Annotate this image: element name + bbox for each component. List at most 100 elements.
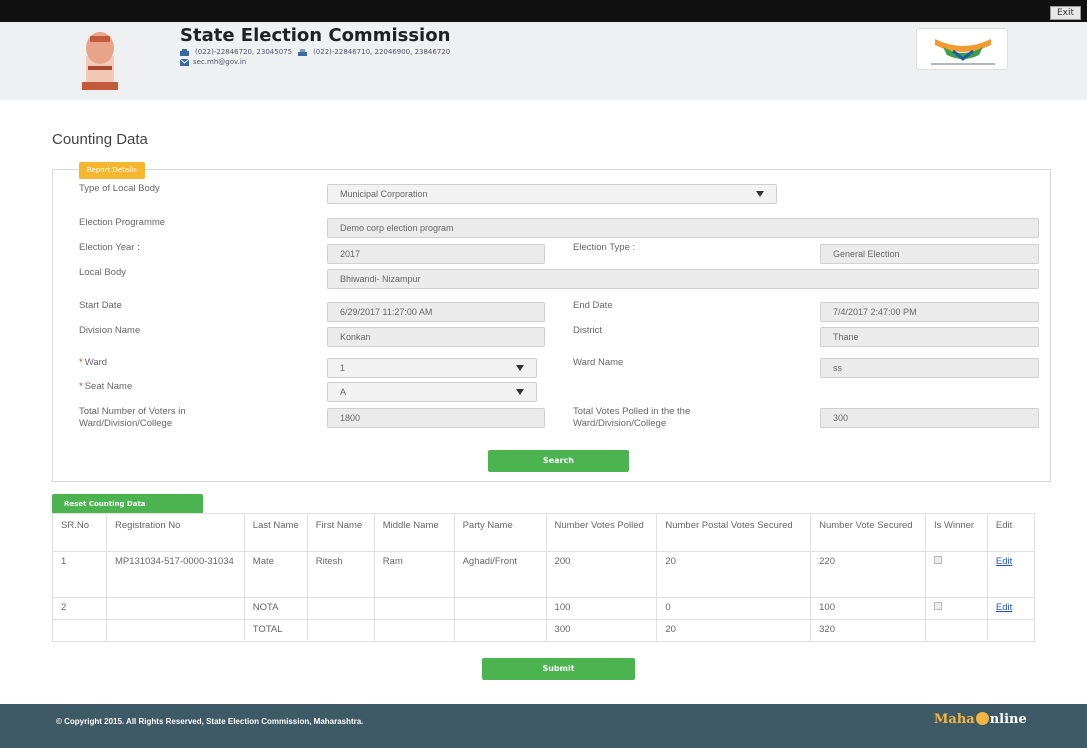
total-polled-field: 300: [820, 408, 1039, 428]
column-header: Registration No: [105, 513, 245, 552]
election-year-field: 2017: [327, 244, 545, 264]
mahaonline-logo: Maha nline: [934, 712, 1027, 727]
election-programme-label: Election Programme: [79, 217, 166, 228]
election-programme-field: Demo corp election program: [327, 218, 1039, 238]
page-title: Counting Data: [52, 131, 148, 148]
table-cell: Mate: [243, 551, 308, 598]
table-cell: TOTAL: [243, 619, 308, 642]
election-type-label: Election Type :: [573, 242, 636, 253]
table-cell: 320: [810, 619, 926, 642]
chevron-down-icon: [756, 191, 764, 197]
seat-name-value: A: [340, 387, 347, 397]
district-label: District: [573, 325, 603, 336]
table-cell: 1: [52, 551, 107, 598]
table-cell: 2: [52, 597, 107, 620]
total-polled-label: Total Votes Polled in the the Ward/Divis…: [573, 406, 691, 429]
table-cell: [373, 619, 455, 642]
table-cell: 100: [545, 597, 658, 620]
table-cell: [306, 597, 375, 620]
table-cell: [453, 619, 547, 642]
table-cell: Ram: [373, 551, 455, 598]
district-field: Thane: [820, 327, 1039, 347]
election-type-field: General Election: [820, 244, 1039, 264]
winner-checkbox[interactable]: [933, 602, 942, 610]
table-cell: Edit: [986, 597, 1036, 620]
seat-name-select[interactable]: A: [327, 382, 537, 402]
table-cell: [986, 619, 1036, 642]
copyright-text: © Copyright 2015. All Rights Reserved, S…: [56, 717, 364, 726]
local-body-field: Bhiwandi- Nizampur: [327, 269, 1039, 289]
column-header: Middle Name: [373, 513, 455, 552]
sun-icon: [975, 712, 989, 725]
ward-name-field: ss: [820, 358, 1039, 378]
email-line: sec.mh@gov.in: [179, 58, 246, 66]
table-cell: Edit: [986, 551, 1036, 598]
phone-numbers: (022)-22846720, 23045075: [195, 48, 293, 56]
division-name-label: Division Name: [79, 325, 141, 336]
local-body-label: Local Body: [79, 267, 127, 278]
ward-select[interactable]: 1: [327, 358, 537, 378]
search-button[interactable]: Search: [488, 450, 629, 472]
table-cell: MP131034-517-0000-31034: [105, 551, 245, 598]
table-cell: 300: [545, 619, 658, 642]
table-cell: 220: [810, 551, 926, 598]
site-title: State Election Commission: [180, 25, 451, 46]
email-icon: [179, 58, 190, 66]
column-header: Edit: [986, 513, 1036, 552]
exit-button[interactable]: Exit: [1049, 6, 1081, 20]
ward-label: * Ward: [79, 357, 108, 368]
table-row: 1 MP131034-517-0000-31034 Mate Ritesh Ra…: [52, 551, 1036, 598]
table-cell: 20: [656, 619, 812, 642]
end-date-field: 7/4/2017 2:47:00 PM: [820, 302, 1039, 322]
table-cell: [52, 619, 107, 642]
table-cell: [924, 597, 988, 620]
report-details-panel: [52, 169, 1051, 482]
report-details-badge: Report Details: [79, 162, 145, 179]
table-row: 2 NOTA 100 0 100 Edit: [52, 597, 1036, 620]
edit-link[interactable]: Edit: [996, 602, 1012, 613]
table-cell: [373, 597, 455, 620]
column-header: Party Name: [453, 513, 547, 552]
table-cell: Ritesh: [306, 551, 375, 598]
table-cell: 0: [656, 597, 812, 620]
ward-name-label: Ward Name: [573, 357, 624, 368]
email-address[interactable]: sec.mh@gov.in: [193, 58, 246, 66]
column-header: SR.No: [52, 513, 107, 552]
total-voters-label: Total Number of Voters in Ward/Division/…: [79, 406, 186, 429]
type-of-local-body-value: Municipal Corporation: [340, 189, 428, 199]
table-cell: NOTA: [243, 597, 308, 620]
start-date-label: Start Date: [79, 300, 122, 311]
table-cell: 200: [545, 551, 658, 598]
contact-line: (022)-22846720, 23045075 (022)-22846710,…: [180, 48, 450, 56]
submit-button[interactable]: Submit: [482, 658, 635, 680]
site-header: State Election Commission (022)-22846720…: [0, 22, 1087, 100]
site-footer: © Copyright 2015. All Rights Reserved, S…: [0, 704, 1087, 748]
column-header: Last Name: [243, 513, 308, 552]
edit-link[interactable]: Edit: [996, 556, 1012, 567]
table-cell: 100: [810, 597, 926, 620]
counting-data-table: SR.No Registration No Last Name First Na…: [52, 513, 1036, 642]
table-cell: Aghadi/Front: [453, 551, 547, 598]
column-header: Number Postal Votes Secured: [656, 513, 812, 552]
winner-checkbox[interactable]: [933, 556, 942, 564]
column-header: First Name: [306, 513, 375, 552]
sec-logo-icon: [916, 28, 1008, 70]
column-header: Is Winner: [924, 513, 988, 552]
division-name-field: Konkan: [327, 327, 545, 347]
reset-counting-data-button[interactable]: Reset Counting Data: [52, 494, 203, 514]
column-header: Number Votes Polled: [545, 513, 658, 552]
top-bar: Exit: [0, 0, 1087, 22]
emblem-icon: [82, 32, 118, 90]
table-cell: [105, 597, 245, 620]
table-row-total: TOTAL 300 20 320: [52, 619, 1036, 642]
seat-name-label: * Seat Name: [79, 381, 133, 392]
table-header-row: SR.No Registration No Last Name First Na…: [52, 513, 1036, 552]
table-cell: [105, 619, 245, 642]
table-cell: [924, 619, 988, 642]
table-cell: [453, 597, 547, 620]
type-of-local-body-label: Type of Local Body: [79, 183, 160, 194]
type-of-local-body-select[interactable]: Municipal Corporation: [327, 184, 777, 204]
start-date-field: 6/29/2017 11:27:00 AM: [327, 302, 545, 322]
phone-icon: [180, 48, 189, 56]
table-cell: 20: [656, 551, 812, 598]
